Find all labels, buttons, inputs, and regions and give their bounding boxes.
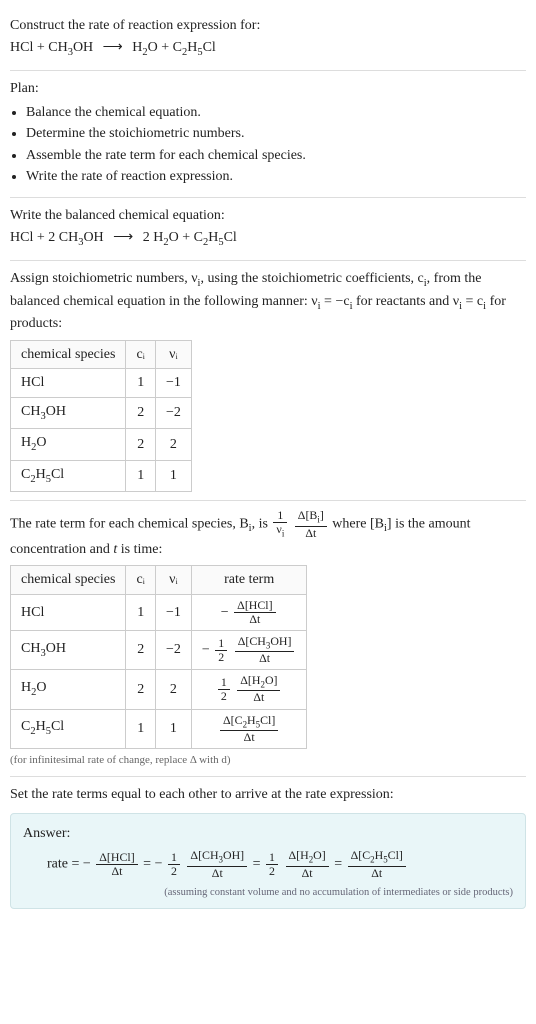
table-row: H2O 2 2 12 Δ[H2O]Δt: [11, 670, 307, 709]
answer-label: Answer:: [23, 824, 513, 844]
nui-cell: 2: [155, 670, 191, 709]
table-row: C2H5Cl 1 1 Δ[C2H5Cl]Δt: [11, 709, 307, 748]
nui-cell: −2: [155, 630, 191, 669]
answer-box: Answer: rate = − Δ[HCl]Δt = − 12 Δ[CH3OH…: [10, 813, 526, 910]
answer-note: (assuming constant volume and no accumul…: [23, 886, 513, 901]
species-cell: C2H5Cl: [11, 460, 126, 491]
ci-cell: 2: [126, 429, 156, 460]
prompt-title: Construct the rate of reaction expressio…: [10, 16, 526, 36]
col-header: νᵢ: [155, 566, 191, 595]
nui-cell: 2: [155, 429, 191, 460]
col-header: cᵢ: [126, 566, 156, 595]
species-cell: H2O: [11, 670, 126, 709]
stoich-heading: Assign stoichiometric numbers, νi, using…: [10, 269, 526, 334]
plan-item: Write the rate of reaction expression.: [26, 167, 526, 187]
rateterm-cell: 12 Δ[H2O]Δt: [191, 670, 307, 709]
plan-item: Determine the stoichiometric numbers.: [26, 124, 526, 144]
balanced-equation: HCl + 2 CH3OH ⟶ 2 H2O + C2H5Cl: [10, 228, 526, 250]
final-section: Set the rate terms equal to each other t…: [10, 777, 526, 805]
rateterm-cell: Δ[C2H5Cl]Δt: [191, 709, 307, 748]
ci-cell: 2: [126, 630, 156, 669]
species-cell: C2H5Cl: [11, 709, 126, 748]
plan-list: Balance the chemical equation. Determine…: [10, 103, 526, 187]
table-row: CH3OH 2 −2: [11, 397, 192, 428]
table-row: H2O 2 2: [11, 429, 192, 460]
rateterms-table: chemical species cᵢ νᵢ rate term HCl 1 −…: [10, 565, 307, 749]
nui-cell: −1: [155, 369, 191, 398]
col-header: chemical species: [11, 340, 126, 369]
species-cell: CH3OH: [11, 397, 126, 428]
table-header-row: chemical species cᵢ νᵢ rate term: [11, 566, 307, 595]
rateterms-heading: The rate term for each chemical species,…: [10, 509, 526, 559]
plan-item: Assemble the rate term for each chemical…: [26, 146, 526, 166]
nui-cell: −1: [155, 594, 191, 630]
table-row: HCl 1 −1 − Δ[HCl]Δt: [11, 594, 307, 630]
nui-cell: −2: [155, 397, 191, 428]
ci-cell: 1: [126, 709, 156, 748]
col-header: cᵢ: [126, 340, 156, 369]
plan-item: Balance the chemical equation.: [26, 103, 526, 123]
species-cell: HCl: [11, 369, 126, 398]
plan-heading: Plan:: [10, 79, 526, 99]
col-header: νᵢ: [155, 340, 191, 369]
nui-cell: 1: [155, 709, 191, 748]
col-header: rate term: [191, 566, 307, 595]
species-cell: HCl: [11, 594, 126, 630]
rateterms-note: (for infinitesimal rate of change, repla…: [10, 753, 526, 768]
rateterm-cell: − Δ[HCl]Δt: [191, 594, 307, 630]
balanced-section: Write the balanced chemical equation: HC…: [10, 198, 526, 261]
table-row: C2H5Cl 1 1: [11, 460, 192, 491]
plan-section: Plan: Balance the chemical equation. Det…: [10, 71, 526, 198]
table-header-row: chemical species cᵢ νᵢ: [11, 340, 192, 369]
final-heading: Set the rate terms equal to each other t…: [10, 785, 526, 805]
answer-expression: rate = − Δ[HCl]Δt = − 12 Δ[CH3OH]Δt = 12…: [23, 849, 513, 879]
prompt-section: Construct the rate of reaction expressio…: [10, 8, 526, 71]
nui-cell: 1: [155, 460, 191, 491]
table-row: HCl 1 −1: [11, 369, 192, 398]
stoich-section: Assign stoichiometric numbers, νi, using…: [10, 261, 526, 501]
species-cell: H2O: [11, 429, 126, 460]
ci-cell: 1: [126, 369, 156, 398]
rateterms-section: The rate term for each chemical species,…: [10, 501, 526, 777]
table-row: CH3OH 2 −2 − 12 Δ[CH3OH]Δt: [11, 630, 307, 669]
balanced-heading: Write the balanced chemical equation:: [10, 206, 526, 226]
rateterm-cell: − 12 Δ[CH3OH]Δt: [191, 630, 307, 669]
ci-cell: 1: [126, 594, 156, 630]
stoich-table: chemical species cᵢ νᵢ HCl 1 −1 CH3OH 2 …: [10, 340, 192, 493]
ci-cell: 2: [126, 670, 156, 709]
species-cell: CH3OH: [11, 630, 126, 669]
col-header: chemical species: [11, 566, 126, 595]
prompt-equation: HCl + CH3OH ⟶ H2O + C2H5Cl: [10, 38, 526, 60]
ci-cell: 2: [126, 397, 156, 428]
ci-cell: 1: [126, 460, 156, 491]
